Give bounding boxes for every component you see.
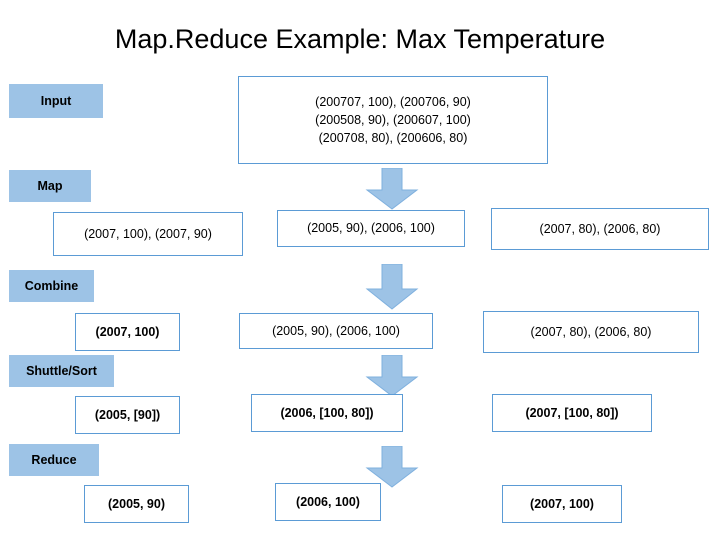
map-output-box-3: (2007, 80), (2006, 80) — [491, 208, 709, 250]
input-line-3: (200708, 80), (200606, 80) — [318, 131, 468, 146]
shuffle-output-box-3: (2007, [100, 80]) — [492, 394, 652, 432]
slide-canvas: Map.Reduce Example: Max Temperature Inpu… — [0, 0, 720, 540]
combine-output-box-3: (2007, 80), (2006, 80) — [483, 311, 699, 353]
input-line-1: (200707, 100), (200706, 90) — [315, 94, 471, 109]
shuffle-output-box-2: (2006, [100, 80]) — [251, 394, 403, 432]
stage-label-map: Map — [9, 170, 91, 202]
input-data-box: (200707, 100), (200706, 90) (200508, 90)… — [238, 76, 548, 164]
combine-output-box-1: (2007, 100) — [75, 313, 180, 351]
input-line-2: (200508, 90), (200607, 100) — [315, 112, 471, 127]
arrow-down-combine-to-shuffle — [365, 355, 419, 397]
stage-label-input: Input — [9, 84, 103, 118]
arrow-down-map-to-combine — [365, 264, 419, 310]
stage-label-reduce: Reduce — [9, 444, 99, 476]
arrow-down-input-to-map — [365, 168, 419, 210]
arrow-down-shuffle-to-reduce — [365, 446, 419, 488]
combine-output-box-2: (2005, 90), (2006, 100) — [239, 313, 433, 349]
page-title: Map.Reduce Example: Max Temperature — [114, 24, 606, 54]
reduce-output-box-3: (2007, 100) — [502, 485, 622, 523]
stage-label-combine: Combine — [9, 270, 94, 302]
map-output-box-1: (2007, 100), (2007, 90) — [53, 212, 243, 256]
stage-label-shuffle-sort: Shuttle/Sort — [9, 355, 114, 387]
shuffle-output-box-1: (2005, [90]) — [75, 396, 180, 434]
map-output-box-2: (2005, 90), (2006, 100) — [277, 210, 465, 247]
reduce-output-box-1: (2005, 90) — [84, 485, 189, 523]
reduce-output-box-2: (2006, 100) — [275, 483, 381, 521]
